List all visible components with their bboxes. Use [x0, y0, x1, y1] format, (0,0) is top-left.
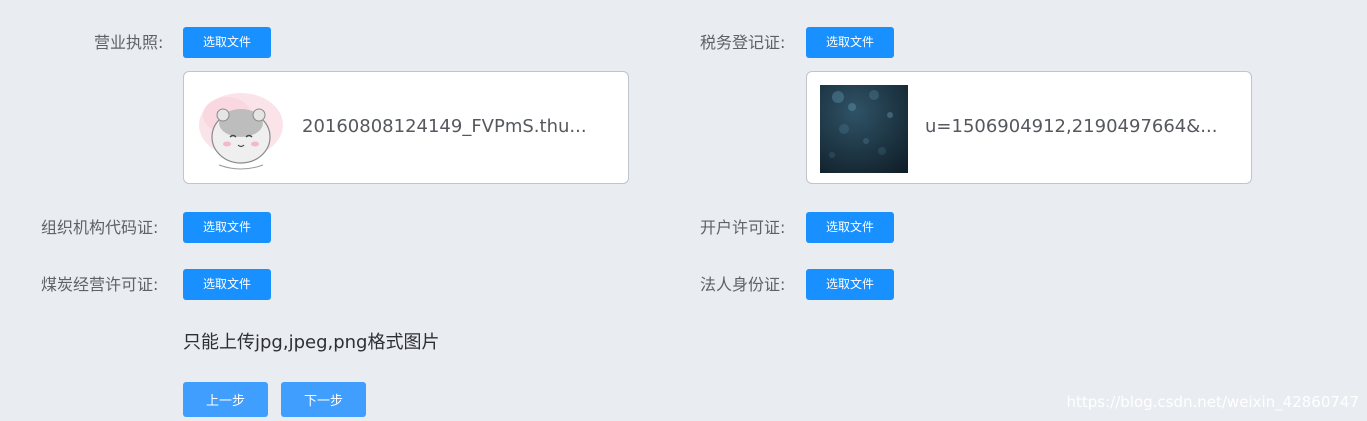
- coal-business-license-label: 煤炭经营许可证:: [41, 275, 159, 294]
- org-code-certificate-label: 组织机构代码证:: [41, 218, 159, 237]
- hamster-image-icon: [197, 85, 285, 173]
- legal-person-id-card-select-file-button[interactable]: 选取文件: [806, 269, 894, 300]
- business-license-thumbnail[interactable]: [197, 85, 285, 173]
- tax-registration-thumbnail[interactable]: [820, 85, 908, 173]
- previous-step-button[interactable]: 上一步: [183, 382, 268, 417]
- business-license-select-file-button[interactable]: 选取文件: [183, 27, 271, 58]
- upload-format-hint: 只能上传jpg,jpeg,png格式图片: [183, 332, 440, 353]
- watermark: https://blog.csdn.net/weixin_42860747: [1066, 393, 1359, 411]
- dark-bokeh-image-icon: [820, 85, 908, 173]
- account-opening-permit-label: 开户许可证:: [700, 218, 786, 237]
- coal-business-license-select-file-button[interactable]: 选取文件: [183, 269, 271, 300]
- tax-registration-file-name[interactable]: u=1506904912,2190497664&...: [925, 115, 1217, 139]
- tax-registration-file-card: u=1506904912,2190497664&...: [806, 71, 1252, 184]
- business-license-file-card: 20160808124149_FVPmS.thu...: [183, 71, 629, 184]
- tax-registration-label: 税务登记证:: [700, 33, 786, 52]
- next-step-button[interactable]: 下一步: [281, 382, 366, 417]
- tax-registration-select-file-button[interactable]: 选取文件: [806, 27, 894, 58]
- org-code-certificate-select-file-button[interactable]: 选取文件: [183, 212, 271, 243]
- account-opening-permit-select-file-button[interactable]: 选取文件: [806, 212, 894, 243]
- legal-person-id-card-label: 法人身份证:: [700, 275, 786, 294]
- business-license-file-name[interactable]: 20160808124149_FVPmS.thu...: [302, 115, 587, 139]
- business-license-label: 营业执照:: [94, 33, 164, 52]
